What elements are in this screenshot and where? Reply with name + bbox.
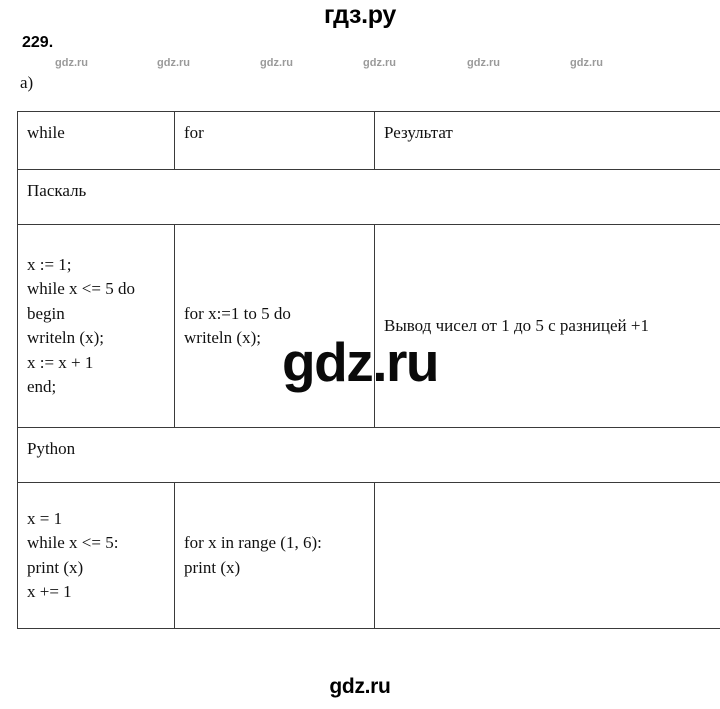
watermark-strip: gdz.ru gdz.ru gdz.ru gdz.ru gdz.ru gdz.r…	[0, 56, 720, 74]
cell-pascal-while: x := 1; while x <= 5 do begin writeln (x…	[17, 224, 175, 428]
page-root: { "branding": { "top_logo": "гдз.ру", "b…	[0, 0, 720, 709]
table-header-row: while for Результат	[17, 111, 720, 170]
table-row-language-pascal: Паскаль	[17, 169, 720, 225]
cell-pascal-result: Вывод чисел от 1 до 5 с разницей +1	[374, 224, 720, 428]
column-header-for: for	[174, 111, 375, 170]
cell-python-result	[374, 482, 720, 629]
table-row-code-pascal: x := 1; while x <= 5 do begin writeln (x…	[17, 224, 720, 428]
code-pascal-while: x := 1; while x <= 5 do begin writeln (x…	[27, 254, 135, 397]
watermark-small-1: gdz.ru	[55, 57, 88, 69]
cell-python-while: x = 1 while x <= 5: print (x) x += 1	[17, 482, 175, 629]
code-pascal-for: for x:=1 to 5 do writeln (x);	[184, 303, 291, 348]
cell-pascal-for: for x:=1 to 5 do writeln (x);	[174, 224, 375, 428]
table-row-code-python: x = 1 while x <= 5: print (x) x += 1 for…	[17, 482, 720, 629]
site-logo-bottom: gdz.ru	[329, 675, 391, 698]
watermark-small-4: gdz.ru	[363, 57, 396, 69]
watermark-small-5: gdz.ru	[467, 57, 500, 69]
cell-python-for: for x in range (1, 6): print (x)	[174, 482, 375, 629]
watermark-small-6: gdz.ru	[570, 57, 603, 69]
task-number: 229.	[22, 34, 54, 51]
language-label-python: Python	[17, 427, 720, 483]
task-sub-label: a)	[20, 73, 34, 92]
site-logo-top: гдз.ру	[323, 1, 397, 29]
column-header-result: Результат	[374, 111, 720, 170]
language-label-pascal: Паскаль	[17, 169, 720, 225]
table-row-language-python: Python	[17, 427, 720, 483]
column-header-while: while	[17, 111, 175, 170]
watermark-small-2: gdz.ru	[157, 57, 190, 69]
comparison-table: while for Результат Паскаль x := 1; whil…	[17, 111, 720, 629]
text-pascal-result: Вывод чисел от 1 до 5 с разницей +1	[384, 316, 649, 335]
watermark-small-3: gdz.ru	[260, 57, 293, 69]
code-python-for: for x in range (1, 6): print (x)	[184, 533, 322, 577]
code-python-while: x = 1 while x <= 5: print (x) x += 1	[27, 508, 119, 602]
